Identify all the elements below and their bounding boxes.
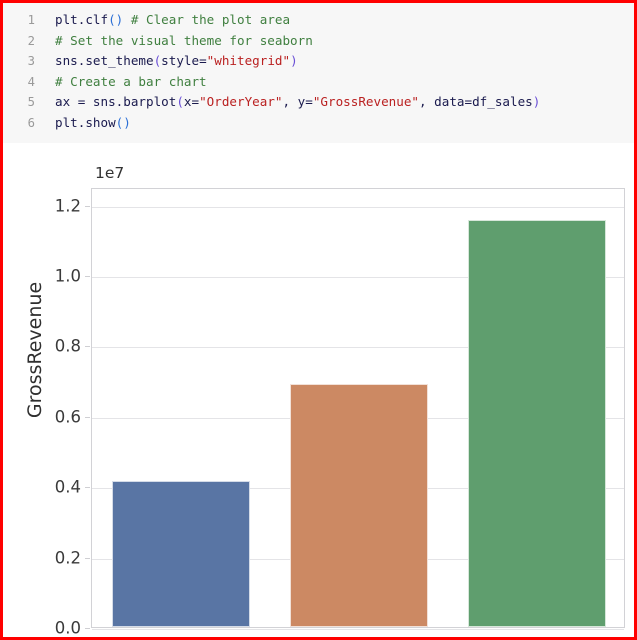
line-number: 3 (27, 54, 35, 68)
code-line: 6 plt.show() (3, 115, 634, 136)
code-line: 3 sns.set_theme(style="whitegrid") (3, 53, 634, 74)
y-tick-mark (85, 416, 90, 418)
gridline (92, 629, 624, 630)
y-tick-label: 0.4 (54, 477, 81, 497)
y-tick-label: 0.8 (54, 336, 81, 356)
y-tick-label: 0.6 (54, 407, 81, 427)
y-tick-label: 1.0 (54, 266, 81, 286)
code-line-content: plt.show() (55, 114, 131, 130)
gridline (92, 206, 624, 208)
bar-2020 (289, 384, 429, 627)
line-number: 1 (27, 13, 35, 27)
y-axis-tick-labels: 0.0 0.2 0.4 0.6 0.8 1.0 1.2 (3, 188, 90, 637)
y-tick-mark (85, 205, 90, 207)
plot-area (91, 188, 625, 630)
line-number: 2 (27, 33, 35, 48)
y-tick-mark (85, 628, 90, 629)
code-line-content: # Create a bar chart (55, 73, 207, 89)
y-axis-offset-text: 1e7 (95, 164, 125, 182)
y-tick-mark (85, 557, 90, 559)
screenshot-root: 1 plt.clf() # Clear the plot area 2 # Se… (0, 0, 637, 640)
code-line: 2 # Set the visual theme for seaborn (3, 33, 634, 54)
bar-2021 (467, 220, 607, 627)
y-tick-label: 0.0 (54, 618, 81, 638)
code-line: 1 plt.clf() # Clear the plot area (3, 12, 634, 33)
x-tick-label: 2020 (336, 635, 379, 637)
y-tick-label: 1.2 (54, 196, 81, 216)
y-tick-mark (85, 487, 90, 489)
y-tick-label: 0.2 (54, 548, 81, 568)
line-number: 4 (27, 74, 35, 89)
code-line-content: # Set the visual theme for seaborn (55, 32, 313, 48)
bar-2019 (111, 481, 251, 627)
code-cell[interactable]: 1 plt.clf() # Clear the plot area 2 # Se… (3, 3, 634, 143)
x-tick-label: 2021 (514, 635, 557, 637)
code-line-content: plt.clf() # Clear the plot area (55, 12, 291, 27)
line-number: 5 (27, 95, 35, 109)
code-line: 5 ax = sns.barplot(x="OrderYear", y="Gro… (3, 94, 634, 115)
line-number: 6 (27, 115, 35, 130)
x-tick-label: 2019 (158, 635, 201, 637)
code-line: 4 # Create a bar chart (3, 74, 634, 95)
code-line-content: sns.set_theme(style="whitegrid") (55, 53, 298, 68)
y-tick-mark (85, 276, 90, 277)
matplotlib-figure: 1e7 GrossRevenue 0.00.20.40.60.81.01.2 2… (3, 143, 634, 637)
code-line-content: ax = sns.barplot(x="OrderYear", y="Gross… (55, 94, 541, 109)
y-tick-mark (85, 346, 90, 348)
